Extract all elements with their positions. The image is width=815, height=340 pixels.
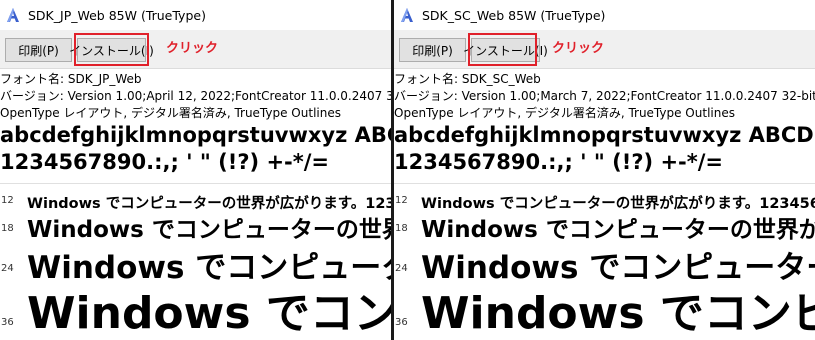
character-sample: abcdefghijklmnopqrstuvwxyz ABCDEFGHIJKLM…: [394, 122, 815, 182]
size-sample-36: 36 Windows でコンピューター: [394, 277, 815, 340]
size-label: 18: [1, 223, 14, 234]
divider: [394, 183, 815, 184]
window-title: SDK_JP_Web 85W (TrueType): [28, 7, 206, 23]
size-label: 36: [1, 317, 14, 328]
size-label: 12: [1, 195, 14, 206]
alphabet-sample-line: abcdefghijklmnopqrstuvwxyz ABCDEFGHIJKLM…: [0, 123, 391, 147]
font-type-line: OpenType レイアウト, デジタル署名済み, TrueType Outli…: [394, 106, 735, 120]
character-sample: abcdefghijklmnopqrstuvwxyz ABCDEFGHIJKLM…: [0, 122, 391, 182]
size-label: 24: [395, 263, 408, 274]
font-preview-window-sc: SDK_SC_Web 85W (TrueType) 印刷(P) インストール(I…: [394, 0, 815, 340]
click-annotation: クリック: [552, 41, 605, 56]
font-name-line: フォント名: SDK_SC_Web: [394, 72, 541, 86]
size-sample-text: Windows でコンピューターの世界が広がります。: [27, 217, 391, 243]
size-sample-36: 36 Windows でコンピューター: [0, 277, 391, 340]
font-viewer-icon: [401, 8, 413, 22]
size-sample-18: 18 Windows でコンピューターの世界が広がります。: [394, 209, 815, 245]
install-button[interactable]: インストール(I): [69, 38, 154, 62]
divider: [0, 183, 391, 184]
font-info: フォント名: SDK_SC_Web バージョン: Version 1.00;Ma…: [394, 71, 815, 122]
font-preview-window-jp: SDK_JP_Web 85W (TrueType) 印刷(P) インストール(I…: [0, 0, 391, 340]
symbols-sample-line: 1234567890.:,; ' " (!?) +-*/=: [0, 150, 329, 174]
print-button[interactable]: 印刷(P): [399, 38, 466, 62]
click-annotation: クリック: [166, 41, 219, 56]
title-bar: SDK_SC_Web 85W (TrueType): [394, 0, 815, 30]
alphabet-sample-line: abcdefghijklmnopqrstuvwxyz ABCDEFGHIJKLM…: [394, 123, 815, 147]
size-sample-text: Windows でコンピューター: [421, 287, 815, 339]
symbols-sample-line: 1234567890.:,; ' " (!?) +-*/=: [394, 150, 723, 174]
title-bar: SDK_JP_Web 85W (TrueType): [0, 0, 391, 30]
install-button[interactable]: インストール(I): [463, 38, 548, 62]
font-type-line: OpenType レイアウト, デジタル署名済み, TrueType Outli…: [0, 106, 341, 120]
toolbar: 印刷(P) インストール(I) クリック: [394, 30, 815, 69]
print-button[interactable]: 印刷(P): [5, 38, 72, 62]
size-label: 18: [395, 223, 408, 234]
size-sample-18: 18 Windows でコンピューターの世界が広がります。: [0, 209, 391, 245]
size-label: 36: [395, 317, 408, 328]
size-sample-text: Windows でコンピューター: [27, 287, 391, 339]
font-info: フォント名: SDK_JP_Web バージョン: Version 1.00;Ap…: [0, 71, 391, 122]
version-line: バージョン: Version 1.00;April 12, 2022;FontC…: [0, 89, 391, 103]
toolbar: 印刷(P) インストール(I) クリック: [0, 30, 391, 69]
size-sample-text: Windows でコンピューターの世界が広がります。: [421, 217, 815, 243]
version-line: バージョン: Version 1.00;March 7, 2022;FontCr…: [394, 89, 815, 103]
size-label: 24: [1, 263, 14, 274]
font-viewer-icon: [7, 8, 19, 22]
window-title: SDK_SC_Web 85W (TrueType): [422, 7, 606, 23]
size-label: 12: [395, 195, 408, 206]
font-name-line: フォント名: SDK_JP_Web: [0, 72, 142, 86]
